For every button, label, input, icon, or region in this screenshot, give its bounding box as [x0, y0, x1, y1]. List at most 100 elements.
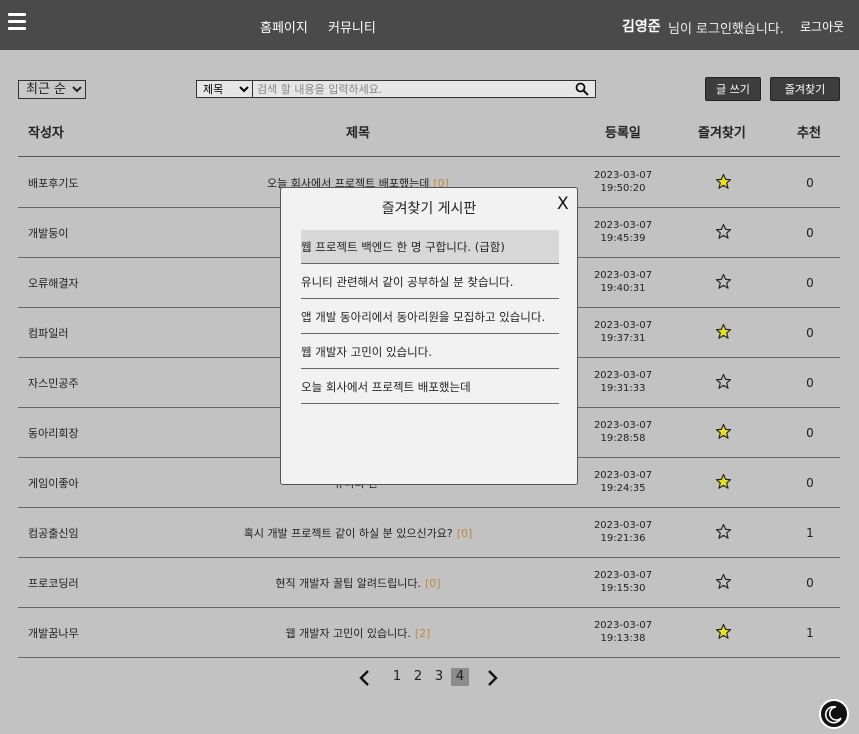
column-header-recommend: 추천 — [797, 126, 821, 141]
star-filled-icon[interactable] — [715, 423, 732, 440]
logout-link[interactable]: 로그아웃 — [800, 18, 844, 35]
post-author: 개발둥이 — [28, 227, 69, 240]
post-author: 컴공출신임 — [28, 527, 79, 540]
page-4-current[interactable]: 4 — [451, 668, 469, 686]
post-date-day: 2023-03-07 — [593, 220, 653, 231]
post-date: 2023-03-07 19:37:31 — [578, 319, 668, 345]
table-row[interactable]: 개발꿈나무 웹 개발자 고민이 있습니다. [2] 2023-03-07 19:13:3… — [18, 607, 840, 658]
next-page-icon[interactable] — [487, 669, 499, 687]
comment-count: [0] — [424, 577, 441, 590]
post-date-day: 2023-03-07 — [593, 620, 653, 631]
nav-home-link[interactable]: 홈페이지 — [260, 17, 308, 36]
favorite-item[interactable]: 웹 프로젝트 백엔드 한 명 구합니다. (급함) — [301, 230, 559, 264]
user-name: 김영준 — [622, 19, 661, 35]
post-date: 2023-03-07 19:31:33 — [578, 369, 668, 395]
post-author: 오류해결자 — [28, 277, 79, 290]
post-date: 2023-03-07 19:28:58 — [578, 419, 668, 445]
star-outline-icon[interactable] — [715, 523, 732, 540]
column-header-date: 등록일 — [605, 126, 641, 141]
column-header-favorite: 즐겨찾기 — [698, 126, 746, 141]
table-row[interactable]: 컴공출신임 혹시 개발 프로젝트 같이 하실 분 있으신가요? [0] 2023-03… — [18, 507, 840, 558]
post-date-day: 2023-03-07 — [593, 270, 653, 281]
column-header-title: 제목 — [346, 126, 370, 141]
page-2[interactable]: 2 — [409, 668, 427, 686]
post-date: 2023-03-07 19:24:35 — [578, 469, 668, 495]
top-navbar: 홈페이지 커뮤니티 김영준 님이 로그인했습니다. 로그아웃 — [0, 0, 859, 50]
modal-title: 즐겨찾기 게시판 — [381, 201, 477, 217]
nav-community-link[interactable]: 커뮤니티 — [328, 17, 376, 36]
post-title[interactable]: 웹 개발자 고민이 있습니다. — [286, 627, 411, 640]
post-date: 2023-03-07 19:45:39 — [578, 219, 668, 245]
star-filled-icon[interactable] — [715, 623, 732, 640]
star-filled-icon[interactable] — [715, 323, 732, 340]
post-author: 배포후기도 — [28, 177, 79, 190]
post-date-day: 2023-03-07 — [593, 470, 653, 481]
page-3[interactable]: 3 — [430, 668, 448, 686]
search-input[interactable] — [255, 81, 565, 97]
star-outline-icon[interactable] — [715, 573, 732, 590]
search-icon[interactable] — [575, 82, 589, 96]
post-title-cell[interactable]: 혹시 개발 프로젝트 같이 하실 분 있으신가요? [0] — [168, 525, 548, 541]
post-date-time: 19:28:58 — [600, 433, 646, 444]
menu-icon[interactable] — [8, 13, 26, 31]
post-title-cell[interactable]: 현직 개발자 꿀팁 알려드립니다. [0] — [168, 575, 548, 591]
post-date: 2023-03-07 19:13:38 — [578, 619, 668, 645]
favorites-button[interactable]: 즐겨찾기 — [770, 77, 840, 101]
post-date-day: 2023-03-07 — [593, 520, 653, 531]
star-outline-icon[interactable] — [715, 373, 732, 390]
post-date: 2023-03-07 19:40:31 — [578, 269, 668, 295]
favorite-item[interactable]: 앱 개발 동아리에서 동아리원을 모집하고 있습니다. — [301, 300, 559, 334]
favorite-item[interactable]: 유니티 관련해서 같이 공부하실 분 찾습니다. — [301, 265, 559, 299]
favorite-item[interactable]: 웹 개발자 고민이 있습니다. — [301, 335, 559, 369]
recommend-count: 0 — [806, 576, 814, 590]
comment-count: [2] — [414, 627, 431, 640]
recommend-count: 0 — [806, 226, 814, 240]
post-date-time: 19:24:35 — [600, 483, 646, 494]
star-filled-icon[interactable] — [715, 173, 732, 190]
post-date: 2023-03-07 19:15:30 — [578, 569, 668, 595]
post-author: 자스민공주 — [28, 377, 79, 390]
dark-mode-toggle[interactable] — [819, 699, 849, 729]
post-author: 컴파일러 — [28, 327, 69, 340]
page-1[interactable]: 1 — [388, 668, 406, 686]
post-title[interactable]: 혹시 개발 프로젝트 같이 하실 분 있으신가요? — [244, 527, 453, 540]
post-date-day: 2023-03-07 — [593, 420, 653, 431]
star-outline-icon[interactable] — [715, 223, 732, 240]
recommend-count: 1 — [806, 626, 814, 640]
post-date-time: 19:31:33 — [600, 383, 646, 394]
moon-icon — [825, 705, 842, 724]
post-date-time: 19:13:38 — [600, 633, 646, 644]
login-status-text: 님이 로그인했습니다. — [668, 22, 784, 37]
star-outline-icon[interactable] — [715, 273, 732, 290]
post-date-time: 19:21:36 — [600, 533, 646, 544]
recommend-count: 0 — [806, 426, 814, 440]
favorite-item[interactable]: 오늘 회사에서 프로젝트 배포했는데 — [301, 370, 559, 404]
write-post-button[interactable]: 글 쓰기 — [705, 77, 761, 101]
post-author: 개발꿈나무 — [28, 627, 79, 640]
post-author: 프로코딩러 — [28, 577, 79, 590]
recommend-count: 0 — [806, 176, 814, 190]
post-date-day: 2023-03-07 — [593, 370, 653, 381]
post-date-time: 19:50:20 — [600, 183, 646, 194]
post-date-time: 19:37:31 — [600, 333, 646, 344]
recommend-count: 0 — [806, 476, 814, 490]
column-header-author: 작성자 — [28, 126, 64, 141]
recommend-count: 0 — [806, 326, 814, 340]
post-author: 동아리회장 — [28, 427, 79, 440]
post-title[interactable]: 현직 개발자 꿀팁 알려드립니다. — [275, 577, 421, 590]
recommend-count: 0 — [806, 276, 814, 290]
sort-select[interactable]: 최근 순 — [18, 80, 86, 99]
post-date: 2023-03-07 19:21:36 — [578, 519, 668, 545]
search-type-select[interactable]: 제목 — [197, 81, 253, 97]
post-author: 게임이좋아 — [28, 477, 79, 490]
post-date-time: 19:15:30 — [600, 583, 646, 594]
star-filled-icon[interactable] — [715, 473, 732, 490]
post-date-time: 19:45:39 — [600, 233, 646, 244]
search-bar: 제목 — [196, 80, 596, 98]
close-icon[interactable]: X — [557, 196, 571, 213]
post-title-cell[interactable]: 웹 개발자 고민이 있습니다. [2] — [168, 625, 548, 641]
prev-page-icon[interactable] — [358, 669, 370, 687]
table-row[interactable]: 프로코딩러 현직 개발자 꿀팁 알려드립니다. [0] 2023-03-07 19:15… — [18, 557, 840, 608]
post-date: 2023-03-07 19:50:20 — [578, 169, 668, 195]
post-date-day: 2023-03-07 — [593, 170, 653, 181]
